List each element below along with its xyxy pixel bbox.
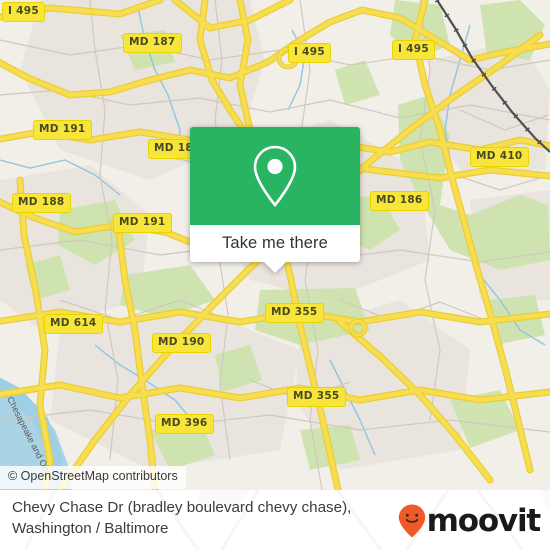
road-shield-label: MD 614 xyxy=(44,314,103,334)
map-pin-icon xyxy=(253,145,297,208)
location-title-line2: Washington / Baltimore xyxy=(12,519,169,537)
road-shield-label: MD 396 xyxy=(155,414,214,434)
road-shield-label: MD 355 xyxy=(265,303,324,323)
moovit-wordmark: moovit xyxy=(426,502,542,539)
location-popup-card[interactable]: Take me there xyxy=(190,127,360,273)
road-shield-label: MD 186 xyxy=(370,191,429,211)
road-shield-label: I 495 xyxy=(288,43,331,63)
road-shield-label: MD 410 xyxy=(470,147,529,167)
road-shield-label: I 495 xyxy=(392,40,435,60)
moovit-brand[interactable]: moovit xyxy=(397,502,542,539)
footer-bar: Chevy Chase Dr (bradley boulevard chevy … xyxy=(0,490,550,550)
popup-pin-area xyxy=(190,127,360,225)
take-me-there-button[interactable]: Take me there xyxy=(190,225,360,273)
road-shield-label: MD 191 xyxy=(33,120,92,140)
road-shield-label: MD 355 xyxy=(287,387,346,407)
moovit-map-screenshot: I 495 MD 187 I 495 I 495 MD 191 MD 187 MD 410 M… xyxy=(0,0,550,550)
location-title: Chevy Chase Dr (bradley boulevard chevy … xyxy=(12,498,402,540)
road-shield-label: MD 191 xyxy=(113,213,172,233)
popup-tail xyxy=(264,262,286,273)
moovit-pin-icon xyxy=(398,504,425,538)
road-shield-label: I 495 xyxy=(2,2,45,22)
road-shield-label: MD 187 xyxy=(123,33,182,53)
map-attribution[interactable]: © OpenStreetMap contributors xyxy=(0,466,186,489)
road-shield-label: MD 188 xyxy=(12,193,71,213)
take-me-there-label: Take me there xyxy=(222,234,328,252)
road-shield-label: MD 190 xyxy=(152,333,211,353)
location-title-line1: Chevy Chase Dr (bradley boulevard chevy … xyxy=(12,499,352,516)
